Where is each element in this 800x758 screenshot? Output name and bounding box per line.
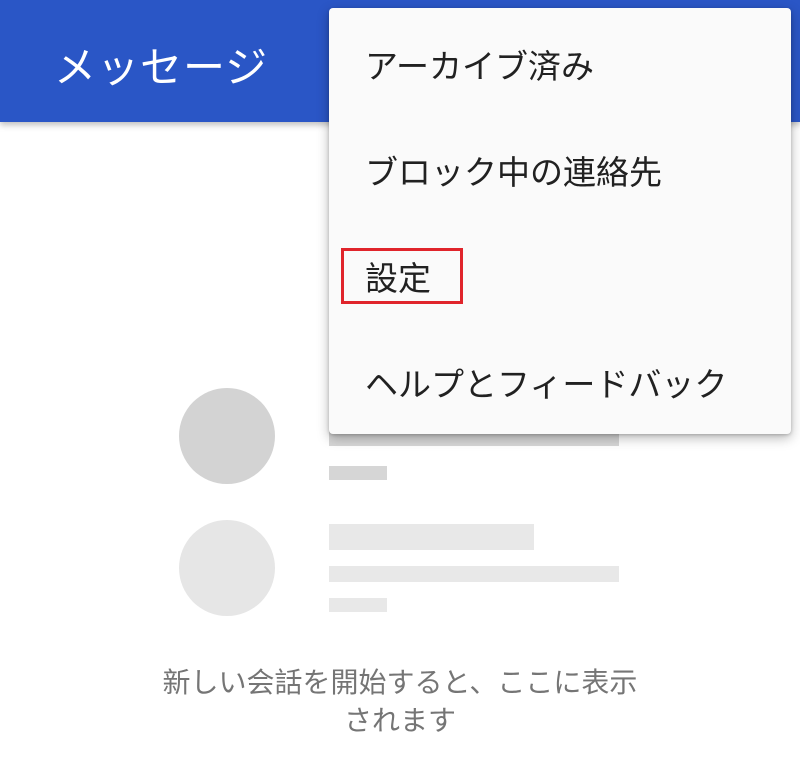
empty-state-message-line1: 新しい会話を開始すると、ここに表示 xyxy=(162,666,638,699)
empty-state-message-line2: されます xyxy=(343,704,456,737)
overflow-menu: アーカイブ済み ブロック中の連絡先 設定 ヘルプとフィードバック xyxy=(329,8,791,434)
menu-item-settings[interactable]: 設定 xyxy=(329,236,791,316)
placeholder-line xyxy=(329,566,619,582)
placeholder-line xyxy=(329,524,534,550)
empty-state-message: 新しい会話を開始すると、ここに表示 されます xyxy=(100,664,700,740)
app-bar-title: メッセージ xyxy=(54,43,269,92)
placeholder-line xyxy=(329,466,387,480)
placeholder-avatar xyxy=(179,388,275,484)
menu-item-blocked-contacts[interactable]: ブロック中の連絡先 xyxy=(329,130,791,210)
menu-item-help-feedback[interactable]: ヘルプとフィードバック xyxy=(329,342,791,422)
menu-item-label: ヘルプとフィードバック xyxy=(365,365,728,404)
placeholder-avatar xyxy=(179,520,275,616)
menu-item-archived[interactable]: アーカイブ済み xyxy=(329,24,791,104)
menu-item-label: 設定 xyxy=(365,259,431,298)
placeholder-line xyxy=(329,598,387,612)
menu-item-label: アーカイブ済み xyxy=(365,47,595,86)
menu-item-label: ブロック中の連絡先 xyxy=(365,153,662,192)
